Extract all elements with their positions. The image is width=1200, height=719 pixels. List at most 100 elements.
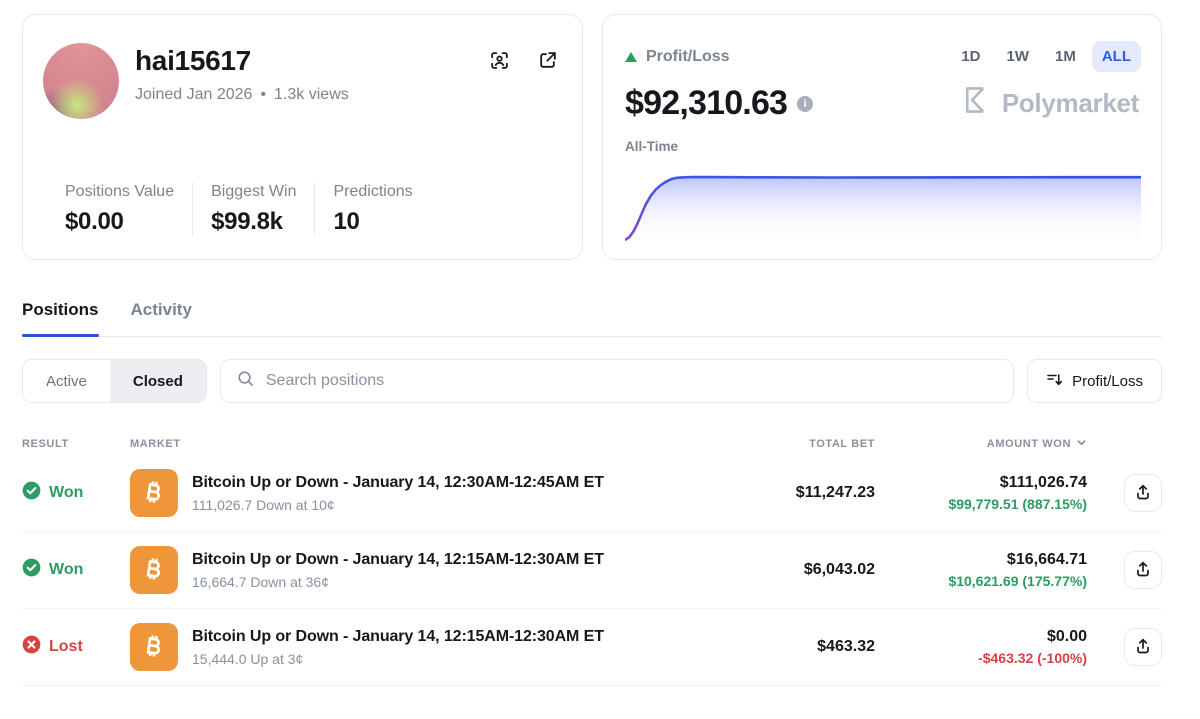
market-text: Bitcoin Up or Down - January 14, 12:15AM… bbox=[192, 628, 604, 667]
table-row[interactable]: Lost Bitcoin Up or Down - January 14, 12… bbox=[22, 609, 1162, 686]
table-row[interactable]: Won Bitcoin Up or Down - January 14, 12:… bbox=[22, 532, 1162, 609]
market-text: Bitcoin Up or Down - January 14, 12:30AM… bbox=[192, 474, 604, 513]
profile-actions bbox=[488, 43, 558, 73]
profile-meta: hai15617 Joined Jan 2026 • 1.3k views bbox=[135, 43, 349, 104]
total-bet-value: $463.32 bbox=[705, 638, 875, 656]
profile-username: hai15617 bbox=[135, 45, 349, 77]
header-result: RESULT bbox=[22, 438, 130, 450]
face-scan-button[interactable] bbox=[488, 51, 510, 73]
sort-descending-icon bbox=[1046, 371, 1063, 392]
share-cell bbox=[1087, 551, 1162, 589]
header-market: MARKET bbox=[130, 438, 705, 450]
pnl-label: Profit/Loss bbox=[646, 48, 730, 66]
range-1m-button[interactable]: 1M bbox=[1045, 41, 1086, 72]
sort-button[interactable]: Profit/Loss bbox=[1027, 359, 1162, 403]
total-bet-value: $6,043.02 bbox=[705, 561, 875, 579]
header-total-bet: TOTAL BET bbox=[705, 438, 875, 450]
tab-activity[interactable]: Activity bbox=[131, 300, 192, 336]
tab-bar: Positions Activity bbox=[22, 300, 1162, 337]
market-title: Bitcoin Up or Down - January 14, 12:15AM… bbox=[192, 628, 604, 646]
header-amount-won[interactable]: AMOUNT WON bbox=[875, 437, 1087, 451]
result-badge: Lost bbox=[22, 635, 130, 659]
external-link-button[interactable] bbox=[536, 51, 558, 73]
result-label: Won bbox=[49, 561, 83, 579]
check-circle-icon bbox=[22, 558, 41, 582]
amount-won-value: $16,664.71 bbox=[875, 551, 1087, 569]
share-button[interactable] bbox=[1124, 628, 1162, 666]
pnl-chart bbox=[625, 166, 1141, 259]
table-row[interactable]: Won Bitcoin Up or Down - January 14, 12:… bbox=[22, 455, 1162, 532]
amount-won-value: $111,026.74 bbox=[875, 474, 1087, 492]
search-box bbox=[220, 359, 1014, 403]
x-circle-icon bbox=[22, 635, 41, 659]
share-button[interactable] bbox=[1124, 551, 1162, 589]
face-scan-icon bbox=[489, 50, 510, 74]
up-triangle-icon bbox=[625, 52, 637, 62]
avatar bbox=[43, 43, 119, 119]
bitcoin-icon bbox=[130, 546, 178, 594]
range-all-button[interactable]: ALL bbox=[1092, 41, 1141, 72]
views-count: 1.3k views bbox=[274, 86, 349, 104]
polymarket-brand: Polymarket bbox=[961, 84, 1141, 123]
segment-closed[interactable]: Closed bbox=[110, 360, 206, 402]
profile-page: hai15617 Joined Jan 2026 • 1.3k views bbox=[0, 0, 1200, 686]
polymarket-logo-icon bbox=[961, 84, 993, 123]
stat-biggest-win: Biggest Win $99.8k bbox=[192, 183, 314, 236]
market-title: Bitcoin Up or Down - January 14, 12:30AM… bbox=[192, 474, 604, 492]
stat-predictions: Predictions 10 bbox=[314, 183, 430, 236]
header-amount-won-label: AMOUNT WON bbox=[987, 438, 1071, 450]
profit-loss-card: Profit/Loss 1D 1W 1M ALL $92,310.63 i bbox=[602, 14, 1162, 260]
pnl-chart-svg bbox=[625, 166, 1141, 244]
polymarket-wordmark: Polymarket bbox=[1002, 88, 1139, 119]
dot-separator: • bbox=[260, 86, 266, 104]
chevron-down-icon bbox=[1076, 437, 1087, 451]
top-cards: hai15617 Joined Jan 2026 • 1.3k views bbox=[22, 14, 1162, 260]
result-badge: Won bbox=[22, 481, 130, 505]
table-header: RESULT MARKET TOTAL BET AMOUNT WON bbox=[22, 437, 1162, 451]
search-icon bbox=[236, 369, 255, 393]
share-cell bbox=[1087, 474, 1162, 512]
stat-value: $0.00 bbox=[65, 208, 174, 236]
stat-label: Biggest Win bbox=[211, 183, 296, 201]
pnl-header: Profit/Loss 1D 1W 1M ALL bbox=[625, 41, 1141, 72]
share-icon bbox=[1134, 637, 1152, 658]
share-icon bbox=[1134, 560, 1152, 581]
pnl-delta: $99,779.51 (887.15%) bbox=[875, 496, 1087, 512]
total-bet-value: $11,247.23 bbox=[705, 484, 875, 502]
tab-positions[interactable]: Positions bbox=[22, 300, 99, 336]
range-1w-button[interactable]: 1W bbox=[996, 41, 1039, 72]
profile-header: hai15617 Joined Jan 2026 • 1.3k views bbox=[43, 43, 558, 119]
amount-won-cell: $0.00 -$463.32 (-100%) bbox=[875, 628, 1087, 666]
market-subtitle: 111,026.7 Down at 10¢ bbox=[192, 497, 604, 513]
bitcoin-icon bbox=[130, 623, 178, 671]
pnl-label-group: Profit/Loss bbox=[625, 48, 730, 66]
share-button[interactable] bbox=[1124, 474, 1162, 512]
result-label: Won bbox=[49, 484, 83, 502]
range-1d-button[interactable]: 1D bbox=[951, 41, 990, 72]
market-title: Bitcoin Up or Down - January 14, 12:15AM… bbox=[192, 551, 604, 569]
joined-date: Joined Jan 2026 bbox=[135, 86, 252, 104]
profile-stats: Positions Value $0.00 Biggest Win $99.8k… bbox=[43, 183, 558, 236]
external-link-icon bbox=[537, 50, 558, 74]
pnl-delta: -$463.32 (-100%) bbox=[875, 650, 1087, 666]
stat-value: 10 bbox=[333, 208, 412, 236]
search-input[interactable] bbox=[266, 372, 998, 390]
market-subtitle: 16,664.7 Down at 36¢ bbox=[192, 574, 604, 590]
pnl-delta: $10,621.69 (175.77%) bbox=[875, 573, 1087, 589]
status-segmented-control: Active Closed bbox=[22, 359, 207, 403]
check-circle-icon bbox=[22, 481, 41, 505]
amount-won-cell: $16,664.71 $10,621.69 (175.77%) bbox=[875, 551, 1087, 589]
share-cell bbox=[1087, 628, 1162, 666]
pnl-value: $92,310.63 bbox=[625, 84, 787, 123]
info-icon[interactable]: i bbox=[797, 96, 813, 112]
bitcoin-icon bbox=[130, 469, 178, 517]
pnl-period-label: All-Time bbox=[625, 139, 1141, 154]
market-cell: Bitcoin Up or Down - January 14, 12:30AM… bbox=[130, 469, 705, 517]
share-icon bbox=[1134, 483, 1152, 504]
stat-positions-value: Positions Value $0.00 bbox=[43, 183, 192, 236]
segment-active[interactable]: Active bbox=[23, 360, 110, 402]
result-label: Lost bbox=[49, 638, 83, 656]
amount-won-value: $0.00 bbox=[875, 628, 1087, 646]
stat-value: $99.8k bbox=[211, 208, 296, 236]
stat-label: Predictions bbox=[333, 183, 412, 201]
